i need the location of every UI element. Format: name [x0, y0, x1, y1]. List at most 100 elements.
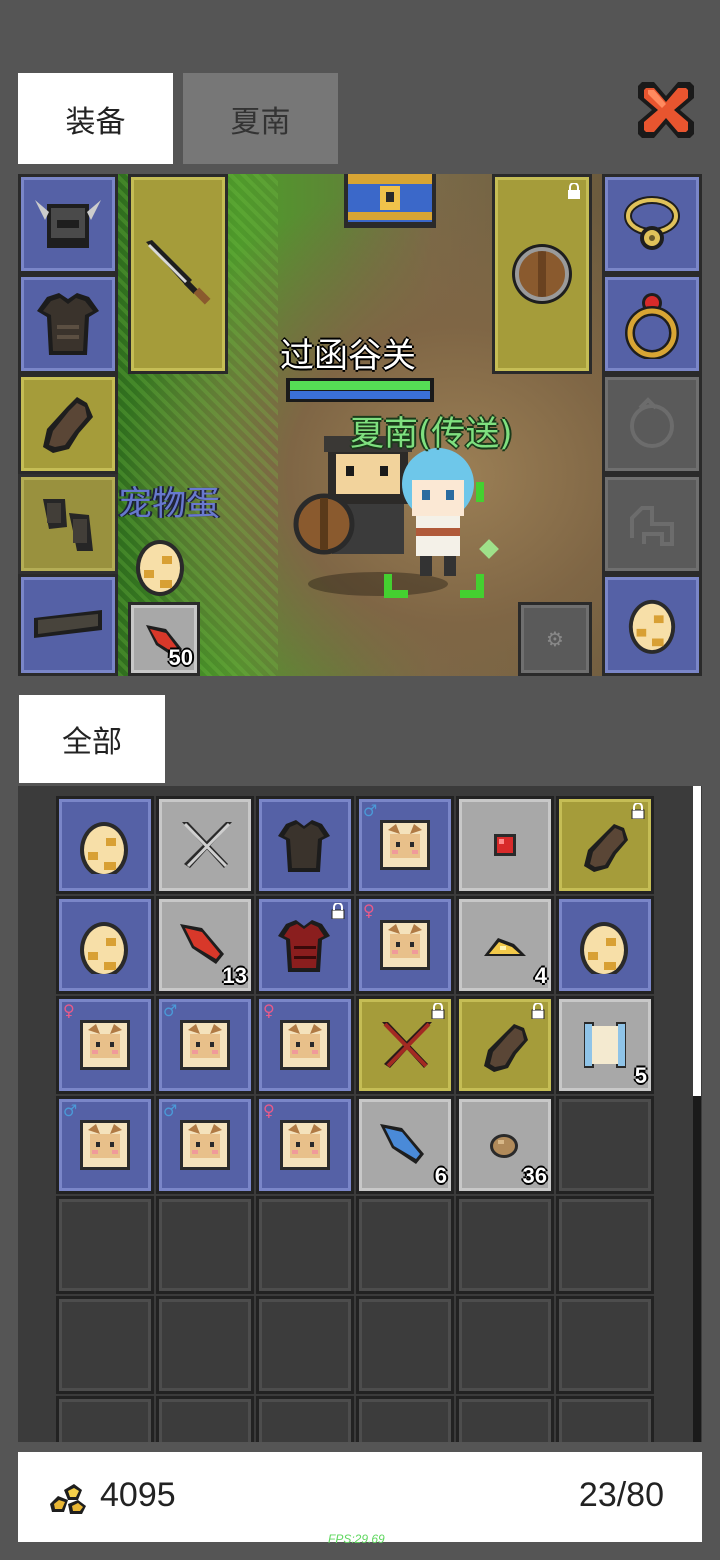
lock-icon	[631, 803, 645, 819]
inventory-slot[interactable]: 4	[456, 896, 554, 994]
gender-icon: ♂	[63, 1101, 78, 1120]
boots-slot[interactable]	[18, 474, 118, 574]
necklace-slot[interactable]	[602, 174, 702, 274]
inventory-slot-empty[interactable]	[456, 1296, 554, 1394]
stack-count: 5	[634, 1063, 647, 1088]
gender-icon: ♀	[263, 1001, 275, 1020]
stack-count: 4	[534, 963, 547, 988]
lock-icon	[431, 1003, 445, 1019]
scroll-icon	[584, 1022, 626, 1068]
inventory-slot[interactable]: 6	[356, 1096, 454, 1194]
crossed-swords-icon	[182, 822, 232, 868]
inventory-grid: ♂ 13 ♀ 4 ♀ ♂ ♀ 5 ♂ ♂ ♀ 6 36	[55, 795, 655, 1442]
inventory-slot-empty[interactable]	[556, 1296, 654, 1394]
health-bar	[286, 378, 434, 402]
inventory-slot-empty[interactable]	[456, 1396, 554, 1442]
inventory-slot[interactable]: ♀	[256, 996, 354, 1094]
inventory-slot-empty[interactable]	[156, 1196, 254, 1294]
inventory-slot-empty[interactable]	[56, 1396, 154, 1442]
egg-icon	[80, 822, 128, 874]
inventory-slot-empty[interactable]	[256, 1396, 354, 1442]
bait-count: 50	[168, 645, 193, 670]
inventory-slot-empty[interactable]	[56, 1296, 154, 1394]
inventory-slot[interactable]	[56, 796, 154, 894]
helmet-slot[interactable]	[18, 174, 118, 274]
inventory-slot[interactable]: ♀	[256, 1096, 354, 1194]
red-armor-icon	[278, 920, 330, 972]
inventory-slot[interactable]	[256, 896, 354, 994]
fox-card-icon	[80, 1120, 130, 1170]
pet-slot[interactable]	[602, 474, 702, 574]
inventory-slot-empty[interactable]	[156, 1396, 254, 1442]
scroll-thumb[interactable]	[693, 786, 701, 1096]
inventory-slot[interactable]: ♂	[56, 1096, 154, 1194]
inventory-slot-empty[interactable]	[356, 1296, 454, 1394]
egg-slot[interactable]	[602, 574, 702, 676]
gender-icon: ♀	[263, 1101, 275, 1120]
pet-egg-label: 宠物蛋	[118, 484, 220, 524]
inventory-slot[interactable]: 5	[556, 996, 654, 1094]
close-icon[interactable]	[634, 78, 698, 142]
inventory-slot[interactable]: ♀	[356, 896, 454, 994]
tab-companion[interactable]: 夏南	[183, 73, 338, 164]
consumable-slot[interactable]: 50	[128, 602, 200, 676]
skill-icon: ⚙	[546, 627, 564, 651]
inventory-slot[interactable]	[456, 996, 554, 1094]
gender-icon: ♀	[63, 1001, 75, 1020]
inventory-slot[interactable]	[556, 896, 654, 994]
gold-ore-icon	[484, 938, 526, 956]
fox-card-icon	[280, 1020, 330, 1070]
inventory-slot[interactable]: ♂	[156, 1096, 254, 1194]
filter-tab-all[interactable]: 全部	[19, 695, 165, 783]
inventory-slot[interactable]	[556, 1096, 654, 1194]
glove-icon	[43, 397, 93, 453]
inventory-slot[interactable]: ♂	[156, 996, 254, 1094]
fox-card-icon	[180, 1020, 230, 1070]
gold-icon	[50, 1484, 86, 1514]
inventory-slot-empty[interactable]	[556, 1396, 654, 1442]
fox-card-icon	[280, 1120, 330, 1170]
red-crossed-swords-icon	[382, 1022, 432, 1068]
inventory-slot[interactable]: 36	[456, 1096, 554, 1194]
shield-slot[interactable]	[492, 174, 592, 374]
inventory-slot[interactable]	[456, 796, 554, 894]
inventory-slot[interactable]	[356, 996, 454, 1094]
inventory-slot[interactable]: ♀	[56, 996, 154, 1094]
tab-equipment[interactable]: 装备	[18, 73, 173, 164]
location-name: 过函谷关	[280, 336, 416, 376]
mount-slot[interactable]	[602, 374, 702, 474]
belt-slot[interactable]	[18, 574, 118, 676]
inventory-slot-empty[interactable]	[256, 1296, 354, 1394]
inventory-slot[interactable]: ♂	[356, 796, 454, 894]
inventory-slot-empty[interactable]	[356, 1196, 454, 1294]
lock-icon	[568, 183, 580, 199]
inventory-panel: ♂ 13 ♀ 4 ♀ ♂ ♀ 5 ♂ ♂ ♀ 6 36	[18, 786, 702, 1442]
ring-slot[interactable]	[602, 274, 702, 374]
ruby-ring-icon	[625, 293, 679, 359]
gender-icon: ♀	[363, 901, 375, 920]
belt-icon	[34, 610, 102, 638]
pet-placeholder-icon	[630, 506, 674, 546]
inventory-slot-empty[interactable]	[356, 1396, 454, 1442]
inventory-slot-empty[interactable]	[256, 1196, 354, 1294]
inventory-slot[interactable]	[156, 796, 254, 894]
dark-armor-icon	[278, 820, 330, 872]
inventory-slot[interactable]	[256, 796, 354, 894]
red-gem-icon	[494, 834, 516, 856]
skill-slot[interactable]: ⚙	[518, 602, 592, 676]
inventory-slot[interactable]	[56, 896, 154, 994]
gloves-slot[interactable]	[18, 374, 118, 474]
egg-icon[interactable]	[132, 534, 188, 598]
inventory-slot[interactable]: 13	[156, 896, 254, 994]
inventory-slot-empty[interactable]	[56, 1196, 154, 1294]
inventory-slot-empty[interactable]	[156, 1296, 254, 1394]
equipment-panel: 过函谷关 夏南(传送) 宠物蛋 50 ⚙	[18, 174, 702, 676]
inventory-slot[interactable]	[556, 796, 654, 894]
mount-placeholder-icon	[630, 397, 674, 448]
inventory-slot-empty[interactable]	[456, 1196, 554, 1294]
inventory-scrollbar[interactable]	[693, 786, 701, 1442]
inventory-slot-empty[interactable]	[556, 1196, 654, 1294]
round-shield-icon	[512, 244, 572, 304]
armor-slot[interactable]	[18, 274, 118, 374]
weapon-slot[interactable]	[128, 174, 228, 374]
